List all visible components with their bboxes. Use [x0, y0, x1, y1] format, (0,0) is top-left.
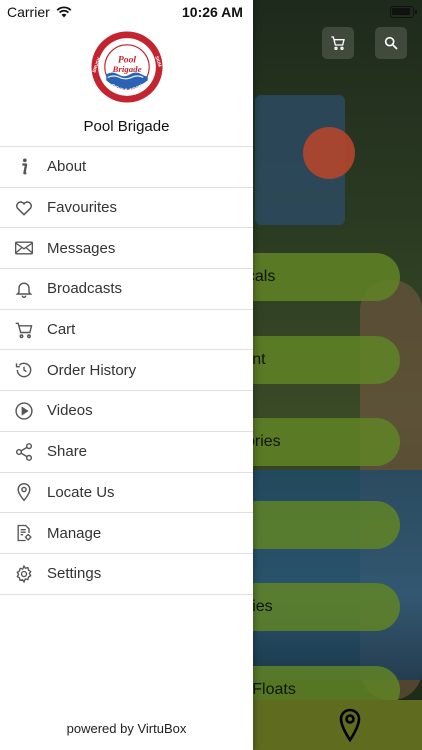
menu-item-settings[interactable]: Settings [0, 554, 253, 595]
wifi-icon [56, 6, 72, 18]
drawer-menu: About Favourites Messages Broadcasts Car… [0, 146, 253, 595]
powered-by: powered by VirtuBox [66, 721, 187, 736]
menu-label: Order History [47, 361, 137, 379]
cart-icon [15, 322, 32, 338]
menu-item-about[interactable]: About [0, 147, 253, 188]
share-icon [15, 442, 32, 461]
location-pin-icon [16, 483, 31, 502]
menu-item-broadcasts[interactable]: Broadcasts [0, 269, 253, 310]
menu-item-order-history[interactable]: Order History [0, 350, 253, 392]
history-icon [15, 362, 31, 378]
menu-item-videos[interactable]: Videos [0, 391, 253, 432]
menu-label: Broadcasts [47, 280, 123, 298]
menu-label: Videos [47, 402, 93, 420]
envelope-icon [14, 241, 33, 255]
battery-icon [390, 6, 417, 18]
clock: 10:26 AM [182, 4, 243, 20]
manage-icon [17, 524, 31, 542]
carrier-label: Carrier [7, 4, 50, 20]
menu-label: Locate Us [47, 483, 115, 501]
menu-item-manage[interactable]: Manage [0, 513, 253, 554]
menu-label: Settings [47, 565, 102, 583]
side-drawer: SANITIZER CIRCULATION BRUSH SKIM Pool Br… [0, 0, 253, 750]
cart-button[interactable] [322, 27, 354, 59]
menu-item-locate-us[interactable]: Locate Us [0, 473, 253, 514]
menu-item-share[interactable]: Share [0, 432, 253, 473]
map-pin-icon[interactable] [338, 708, 362, 742]
menu-label: Favourites [47, 199, 118, 217]
bell-icon [15, 282, 32, 298]
search-button[interactable] [375, 27, 407, 59]
logo-brigade-text: Brigade [111, 64, 141, 74]
menu-label: Share [47, 443, 88, 461]
menu-label: Messages [47, 239, 116, 257]
status-bar: Carrier 10:26 AM [0, 0, 422, 24]
menu-item-cart[interactable]: Cart [0, 310, 253, 351]
menu-item-messages[interactable]: Messages [0, 228, 253, 270]
menu-item-favourites[interactable]: Favourites [0, 188, 253, 229]
cart-icon [331, 36, 345, 50]
brand-name: Pool Brigade [83, 118, 170, 135]
play-icon [14, 402, 33, 420]
menu-label: Cart [47, 321, 76, 339]
heart-icon [15, 200, 32, 216]
carrier: Carrier [7, 4, 72, 20]
menu-label: About [47, 158, 87, 176]
menu-label: Manage [47, 524, 102, 542]
basketball-image [303, 127, 355, 179]
pool-brigade-logo: SANITIZER CIRCULATION BRUSH SKIM Pool Br… [91, 31, 163, 103]
gear-icon [15, 564, 32, 584]
search-icon [384, 36, 398, 50]
info-icon [21, 158, 27, 175]
